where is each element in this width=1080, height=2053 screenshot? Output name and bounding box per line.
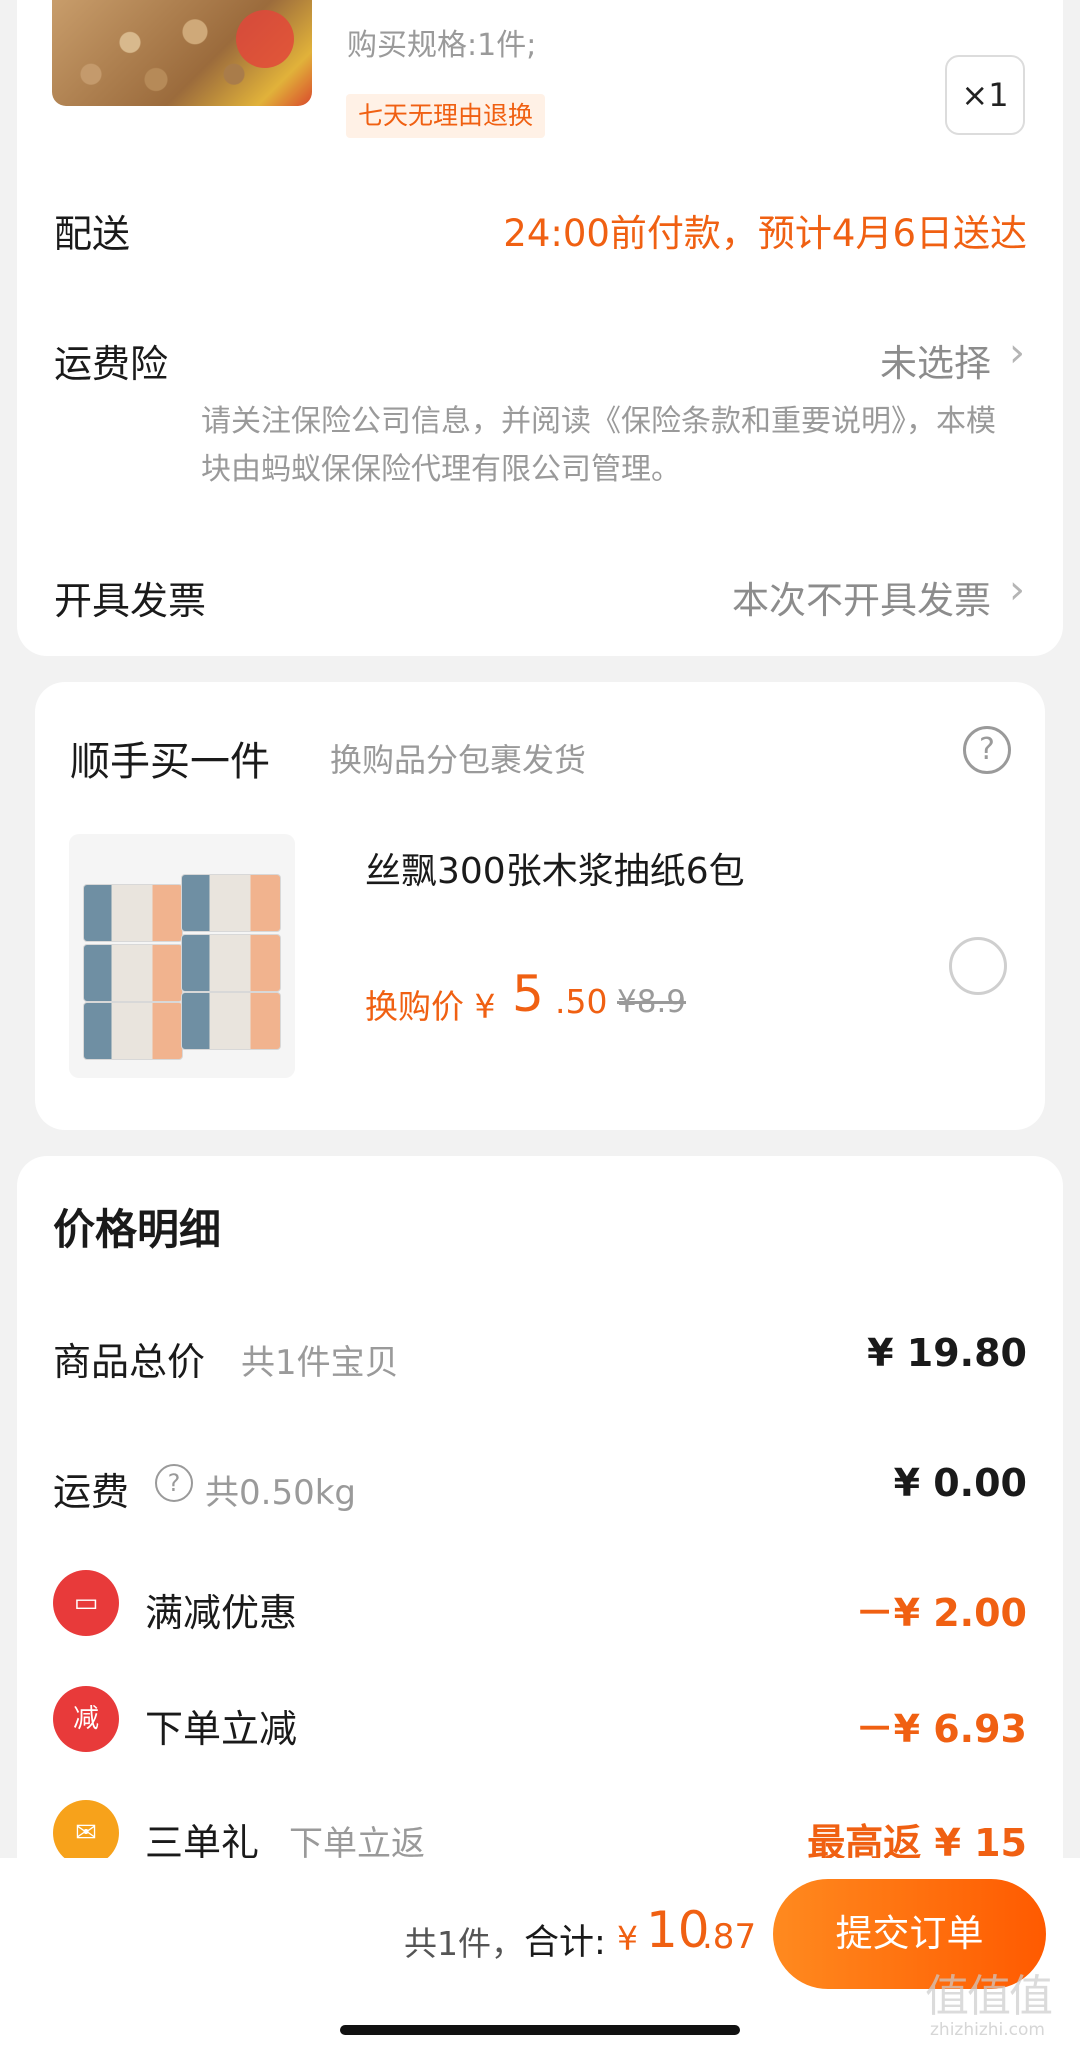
delivery-label: 配送 bbox=[54, 212, 131, 256]
shipping-insurance-value[interactable]: 未选择 bbox=[880, 333, 991, 387]
gift-envelope-icon: ✉ bbox=[53, 1800, 119, 1866]
quantity-stepper[interactable]: ×1 bbox=[945, 55, 1025, 135]
tissue-pack-graphic bbox=[181, 874, 281, 932]
watermark-logo: 值值值 bbox=[925, 1971, 1053, 2022]
price-detail-heading: 价格明细 bbox=[53, 1205, 222, 1254]
tissue-pack-graphic bbox=[181, 934, 281, 992]
addon-price-decimal: .50 bbox=[555, 982, 608, 1021]
tissue-pack-graphic bbox=[83, 1002, 183, 1060]
addon-product-image[interactable] bbox=[69, 834, 295, 1078]
instant-discount-icon: 减 bbox=[53, 1686, 119, 1752]
total-label: 合计: bbox=[524, 1923, 606, 1963]
chevron-right-icon[interactable]: › bbox=[1009, 567, 1025, 613]
shipping-fee-label: 运费 bbox=[53, 1470, 130, 1514]
product-image[interactable] bbox=[52, 0, 312, 106]
goods-total-label: 商品总价 bbox=[53, 1340, 206, 1384]
order-info-card: 购买规格:1件; 七天无理由退换 ×1 配送 24:00前付款，预计4月6日送达… bbox=[17, 0, 1063, 656]
full-discount-label: 满减优惠 bbox=[145, 1591, 298, 1635]
total-integer: 10 bbox=[646, 1901, 710, 1959]
home-indicator[interactable] bbox=[340, 2025, 740, 2035]
tissue-pack-graphic bbox=[83, 944, 183, 1002]
watermark-url: zhizhizhi.com bbox=[930, 2020, 1045, 2040]
invoice-value[interactable]: 本次不开具发票 bbox=[732, 570, 991, 624]
help-icon[interactable]: ? bbox=[963, 726, 1011, 774]
addon-price-label: 换购价 ¥ bbox=[365, 987, 496, 1026]
addon-select-radio[interactable] bbox=[949, 937, 1007, 995]
return-policy-tag: 七天无理由退换 bbox=[346, 94, 546, 138]
addon-product-name[interactable]: 丝飘300张木浆抽纸6包 bbox=[365, 842, 745, 894]
shipping-weight: 共0.50kg bbox=[205, 1473, 356, 1513]
addon-card: 顺手买一件 换购品分包裹发货 ? 丝飘300张木浆抽纸6包 换购价 ¥ 5 .5… bbox=[35, 682, 1045, 1130]
delivery-estimate: 24:00前付款，预计4月6日送达 bbox=[503, 212, 1027, 255]
chevron-right-icon[interactable]: › bbox=[1009, 330, 1025, 376]
instant-discount-label: 下单立减 bbox=[145, 1707, 298, 1751]
instant-discount-value: －¥ 6.93 bbox=[855, 1707, 1027, 1751]
brand-badge bbox=[236, 10, 294, 68]
addon-title: 顺手买一件 bbox=[70, 739, 270, 785]
addon-price-integer: 5 bbox=[512, 965, 544, 1023]
tissue-pack-graphic bbox=[83, 884, 183, 942]
help-icon[interactable]: ? bbox=[155, 1464, 193, 1502]
goods-total-value: ¥ 19.80 bbox=[867, 1331, 1027, 1375]
addon-subtitle: 换购品分包裹发货 bbox=[330, 741, 587, 779]
item-count: 共1件， bbox=[404, 1924, 524, 1963]
goods-count: 共1件宝贝 bbox=[241, 1343, 399, 1383]
addon-original-price: ¥8.9 bbox=[617, 984, 687, 1020]
ticket-icon: ▭ bbox=[53, 1570, 119, 1636]
invoice-label: 开具发票 bbox=[54, 579, 207, 623]
shipping-fee-value: ¥ 0.00 bbox=[893, 1461, 1027, 1505]
tissue-pack-graphic bbox=[181, 992, 281, 1050]
product-spec: 购买规格:1件; bbox=[347, 28, 537, 63]
full-discount-value: －¥ 2.00 bbox=[855, 1591, 1027, 1635]
shipping-insurance-label: 运费险 bbox=[54, 342, 169, 386]
total-decimal: .87 bbox=[702, 1917, 757, 1957]
insurance-notice: 请关注保险公司信息，并阅读《保险条款和重要说明》，本模块由蚂蚁保保险代理有限公司… bbox=[201, 404, 996, 487]
total-currency: ¥ bbox=[617, 1919, 638, 1958]
